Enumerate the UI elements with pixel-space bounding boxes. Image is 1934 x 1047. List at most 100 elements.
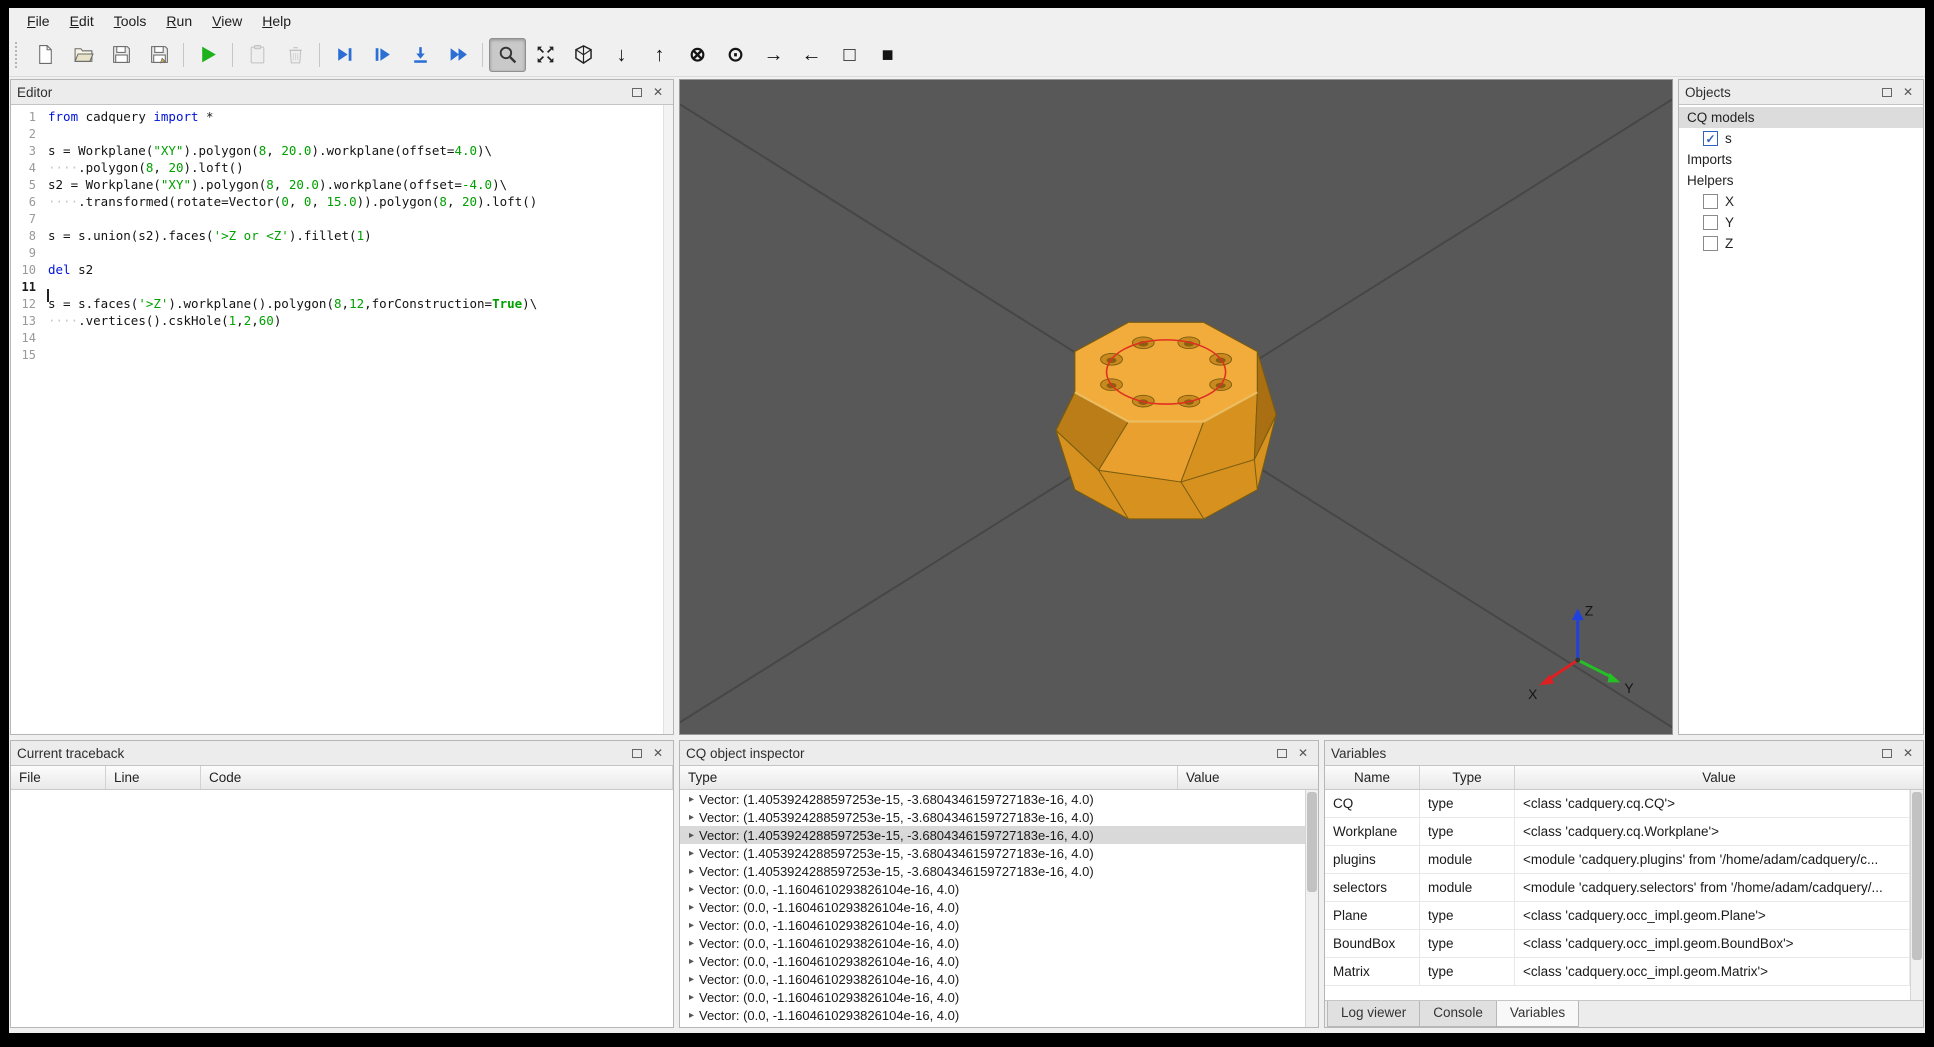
- step-into-button[interactable]: [402, 38, 439, 72]
- expand-arrow-icon[interactable]: [684, 794, 699, 805]
- open-button[interactable]: [65, 38, 102, 72]
- tree-item-x[interactable]: X: [1679, 191, 1923, 212]
- continue-button[interactable]: [440, 38, 477, 72]
- variables-scrollbar[interactable]: [1910, 790, 1923, 1000]
- tab-variables[interactable]: Variables: [1495, 1001, 1580, 1027]
- code-line-11[interactable]: 11: [11, 278, 673, 302]
- tree-item-y[interactable]: Y: [1679, 212, 1923, 233]
- save-as-button[interactable]: [141, 38, 178, 72]
- tab-log-viewer[interactable]: Log viewer: [1327, 1001, 1421, 1027]
- right-view-button[interactable]: ←: [793, 38, 830, 72]
- expand-arrow-icon[interactable]: [684, 974, 699, 985]
- expand-arrow-icon[interactable]: [684, 866, 699, 877]
- menu-help[interactable]: Help: [252, 10, 301, 32]
- code-line-14[interactable]: 14: [11, 329, 673, 346]
- checkbox-z[interactable]: [1703, 236, 1718, 251]
- inspector-row[interactable]: Vector: (0.0, -1.1604610293826104e-16, 4…: [680, 970, 1305, 988]
- traceback-float-button[interactable]: [628, 744, 646, 762]
- expand-arrow-icon[interactable]: [684, 956, 699, 967]
- tree-item-imports[interactable]: Imports: [1679, 149, 1923, 170]
- variable-row-workplane[interactable]: Workplane type <class 'cadquery.cq.Workpla…: [1325, 818, 1910, 846]
- code-line-15[interactable]: 15: [11, 346, 673, 363]
- expand-arrow-icon[interactable]: [684, 1010, 699, 1021]
- inspector-row[interactable]: Vector: (0.0, -1.1604610293826104e-16, 4…: [680, 952, 1305, 970]
- code-line-6[interactable]: 6 ····.transformed(rotate=Vector(0, 0, 15…: [11, 193, 673, 210]
- menu-edit[interactable]: Edit: [60, 10, 104, 32]
- code-line-12[interactable]: 12 s = s.faces('>Z').workplane().polygon(…: [11, 295, 673, 312]
- column-header-value[interactable]: Value: [1515, 766, 1923, 789]
- column-header-type[interactable]: Type: [1420, 766, 1515, 789]
- to-console-button[interactable]: [239, 38, 276, 72]
- inspector-row[interactable]: Vector: (1.4053924288597253e-15, -3.6804…: [680, 808, 1305, 826]
- code-line-10[interactable]: 10 del s2: [11, 261, 673, 278]
- code-line-1[interactable]: 1 from cadquery import *: [11, 108, 673, 125]
- fit-all-button[interactable]: [527, 38, 564, 72]
- render-button[interactable]: [190, 38, 227, 72]
- column-header-type[interactable]: Type: [680, 766, 1178, 789]
- save-button[interactable]: [103, 38, 140, 72]
- editor-scrollbar[interactable]: [663, 105, 673, 734]
- toolbar-handle[interactable]: [15, 41, 22, 68]
- inspector-close-button[interactable]: [1294, 744, 1312, 762]
- code-line-3[interactable]: 3 s = Workplane("XY").polygon(8, 20.0).wo…: [11, 142, 673, 159]
- column-header-value[interactable]: Value: [1178, 766, 1318, 789]
- inspector-float-button[interactable]: [1273, 744, 1291, 762]
- inspector-row[interactable]: Vector: (0.0, -1.1604610293826104e-16, 4…: [680, 898, 1305, 916]
- editor-close-button[interactable]: [649, 83, 667, 101]
- code-line-4[interactable]: 4 ····.polygon(8, 20).loft(): [11, 159, 673, 176]
- column-header-line[interactable]: Line: [106, 766, 201, 789]
- variable-row-selectors[interactable]: selectors module <module 'cadquery.selecto…: [1325, 874, 1910, 902]
- expand-arrow-icon[interactable]: [684, 830, 699, 841]
- code-line-2[interactable]: 2: [11, 125, 673, 142]
- expand-arrow-icon[interactable]: [684, 902, 699, 913]
- shaded-button[interactable]: ■: [869, 38, 906, 72]
- left-view-button[interactable]: →: [755, 38, 792, 72]
- column-header-file[interactable]: File: [11, 766, 106, 789]
- checkbox-y[interactable]: [1703, 215, 1718, 230]
- menu-tools[interactable]: Tools: [104, 10, 157, 32]
- code-line-5[interactable]: 5 s2 = Workplane("XY").polygon(8, 20.0).w…: [11, 176, 673, 193]
- objects-float-button[interactable]: [1878, 83, 1896, 101]
- inspector-row[interactable]: Vector: (1.4053924288597253e-15, -3.6804…: [680, 826, 1305, 844]
- variable-row-cq[interactable]: CQ type <class 'cadquery.cq.CQ'>: [1325, 790, 1910, 818]
- inspector-row[interactable]: Vector: (0.0, -1.1604610293826104e-16, 4…: [680, 880, 1305, 898]
- expand-arrow-icon[interactable]: [684, 812, 699, 823]
- scrollbar-thumb[interactable]: [1307, 792, 1317, 892]
- inspector-row[interactable]: Vector: (1.4053924288597253e-15, -3.6804…: [680, 844, 1305, 862]
- variable-row-plane[interactable]: Plane type <class 'cadquery.occ_impl.geom.…: [1325, 902, 1910, 930]
- editor-float-button[interactable]: [628, 83, 646, 101]
- code-line-13[interactable]: 13 ····.vertices().cskHole(1,2,60): [11, 312, 673, 329]
- code-line-7[interactable]: 7: [11, 210, 673, 227]
- variable-row-boundbox[interactable]: BoundBox type <class 'cadquery.occ_impl.ge…: [1325, 930, 1910, 958]
- new-button[interactable]: [27, 38, 64, 72]
- debug-button[interactable]: [326, 38, 363, 72]
- back-view-button[interactable]: ⊙: [717, 38, 754, 72]
- top-view-button[interactable]: ↓: [603, 38, 640, 72]
- scrollbar-thumb[interactable]: [1912, 792, 1922, 960]
- fit-button[interactable]: [489, 37, 526, 72]
- code-line-8[interactable]: 8 s = s.union(s2).faces('>Z or <Z').fille…: [11, 227, 673, 244]
- inspector-row[interactable]: Vector: (0.0, -1.1604610293826104e-16, 4…: [680, 988, 1305, 1006]
- 3d-viewport[interactable]: X Y Z: [679, 79, 1673, 735]
- expand-arrow-icon[interactable]: [684, 938, 699, 949]
- inspector-scrollbar[interactable]: [1305, 790, 1318, 1027]
- inspector-row[interactable]: Vector: (0.0, -1.1604610293826104e-16, 4…: [680, 934, 1305, 952]
- variables-float-button[interactable]: [1878, 744, 1896, 762]
- code-line-9[interactable]: 9: [11, 244, 673, 261]
- expand-arrow-icon[interactable]: [684, 884, 699, 895]
- inspector-row[interactable]: Vector: (1.4053924288597253e-15, -3.6804…: [680, 790, 1305, 808]
- clear-button[interactable]: [277, 38, 314, 72]
- traceback-close-button[interactable]: [649, 744, 667, 762]
- tree-item-z[interactable]: Z: [1679, 233, 1923, 254]
- expand-arrow-icon[interactable]: [684, 992, 699, 1003]
- variable-row-matrix[interactable]: Matrix type <class 'cadquery.occ_impl.geom…: [1325, 958, 1910, 986]
- checkbox-x[interactable]: [1703, 194, 1718, 209]
- wireframe-button[interactable]: □: [831, 38, 868, 72]
- menu-file[interactable]: File: [17, 10, 60, 32]
- variable-row-plugins[interactable]: plugins module <module 'cadquery.plugins' …: [1325, 846, 1910, 874]
- objects-close-button[interactable]: [1899, 83, 1917, 101]
- tree-item-s[interactable]: s: [1679, 128, 1923, 149]
- front-view-button[interactable]: ⊗: [679, 38, 716, 72]
- iso-view-button[interactable]: [565, 38, 602, 72]
- expand-arrow-icon[interactable]: [684, 920, 699, 931]
